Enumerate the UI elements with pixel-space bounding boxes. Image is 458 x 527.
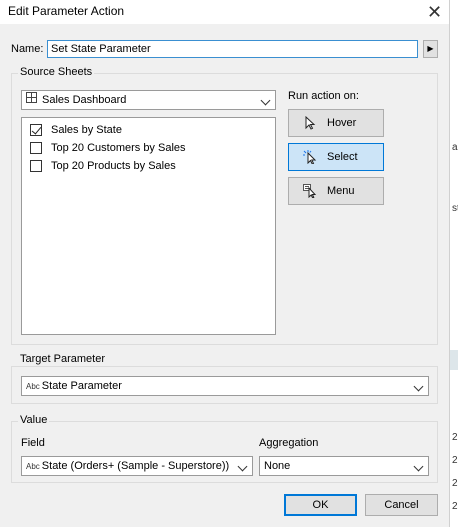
source-sheets-title: Source Sheets <box>18 66 95 78</box>
abc-type-icon: Abc <box>26 462 40 471</box>
aggregation-label: Aggregation <box>259 437 319 449</box>
name-label: Name: <box>11 43 44 55</box>
field-select[interactable]: Abc State (Orders+ (Sample - Superstore)) <box>21 456 253 476</box>
sheet-checkbox[interactable] <box>30 142 42 154</box>
menu-button-label: Menu <box>327 185 355 197</box>
background-text: 2 <box>452 501 458 512</box>
chevron-down-icon <box>413 461 424 472</box>
target-parameter-select[interactable]: Abc State Parameter <box>21 376 429 396</box>
select-button[interactable]: Select <box>288 143 384 171</box>
menu-pointer-icon <box>303 184 317 198</box>
sheet-label: Top 20 Customers by Sales <box>51 142 186 154</box>
field-select-value: State (Orders+ (Sample - Superstore)) <box>41 460 230 472</box>
sheet-checkbox[interactable] <box>30 124 42 136</box>
field-label: Field <box>21 437 45 449</box>
aggregation-select[interactable]: None <box>259 456 429 476</box>
sheet-label: Top 20 Products by Sales <box>51 160 176 172</box>
aggregation-select-value: None <box>264 460 291 472</box>
abc-type-icon: Abc <box>26 382 40 391</box>
click-pointer-icon <box>303 150 317 164</box>
background-text: ar <box>452 142 458 153</box>
value-title: Value <box>18 414 50 426</box>
background-text: ste <box>452 203 458 214</box>
dashboard-select[interactable]: Sales Dashboard <box>21 90 276 110</box>
background-text: 2 <box>452 478 458 489</box>
menu-button[interactable]: Menu <box>288 177 384 205</box>
target-parameter-title: Target Parameter <box>18 353 107 365</box>
chevron-down-icon <box>260 95 271 106</box>
sheet-checkbox[interactable] <box>30 160 42 172</box>
background-text: 2 <box>452 455 458 466</box>
chevron-down-icon <box>413 381 424 392</box>
triangle-right-icon: ▶ <box>427 44 434 53</box>
ok-button[interactable]: OK <box>284 494 357 516</box>
sheet-label: Sales by State <box>51 124 122 136</box>
pointer-icon <box>305 116 316 130</box>
name-input[interactable]: Set State Parameter <box>47 40 418 58</box>
hover-button-label: Hover <box>327 117 357 129</box>
grid-icon <box>26 91 37 109</box>
cancel-button[interactable]: Cancel <box>365 494 438 516</box>
close-icon[interactable]: ✕ <box>420 0 449 24</box>
dialog-title: Edit Parameter Action <box>8 4 125 18</box>
select-button-label: Select <box>327 151 358 163</box>
name-insert-button[interactable]: ▶ <box>423 40 438 58</box>
dashboard-select-value: Sales Dashboard <box>42 94 127 106</box>
background-window-strip: ar ste 2 2 2 2 <box>449 0 458 527</box>
sheets-list: Sales by State Top 20 Customers by Sales… <box>21 117 276 335</box>
hover-button[interactable]: Hover <box>288 109 384 137</box>
chevron-down-icon <box>237 461 248 472</box>
run-action-label: Run action on: <box>288 90 359 102</box>
background-text: 2 <box>452 432 458 443</box>
target-parameter-value: State Parameter <box>41 380 122 392</box>
background-block <box>450 350 458 370</box>
